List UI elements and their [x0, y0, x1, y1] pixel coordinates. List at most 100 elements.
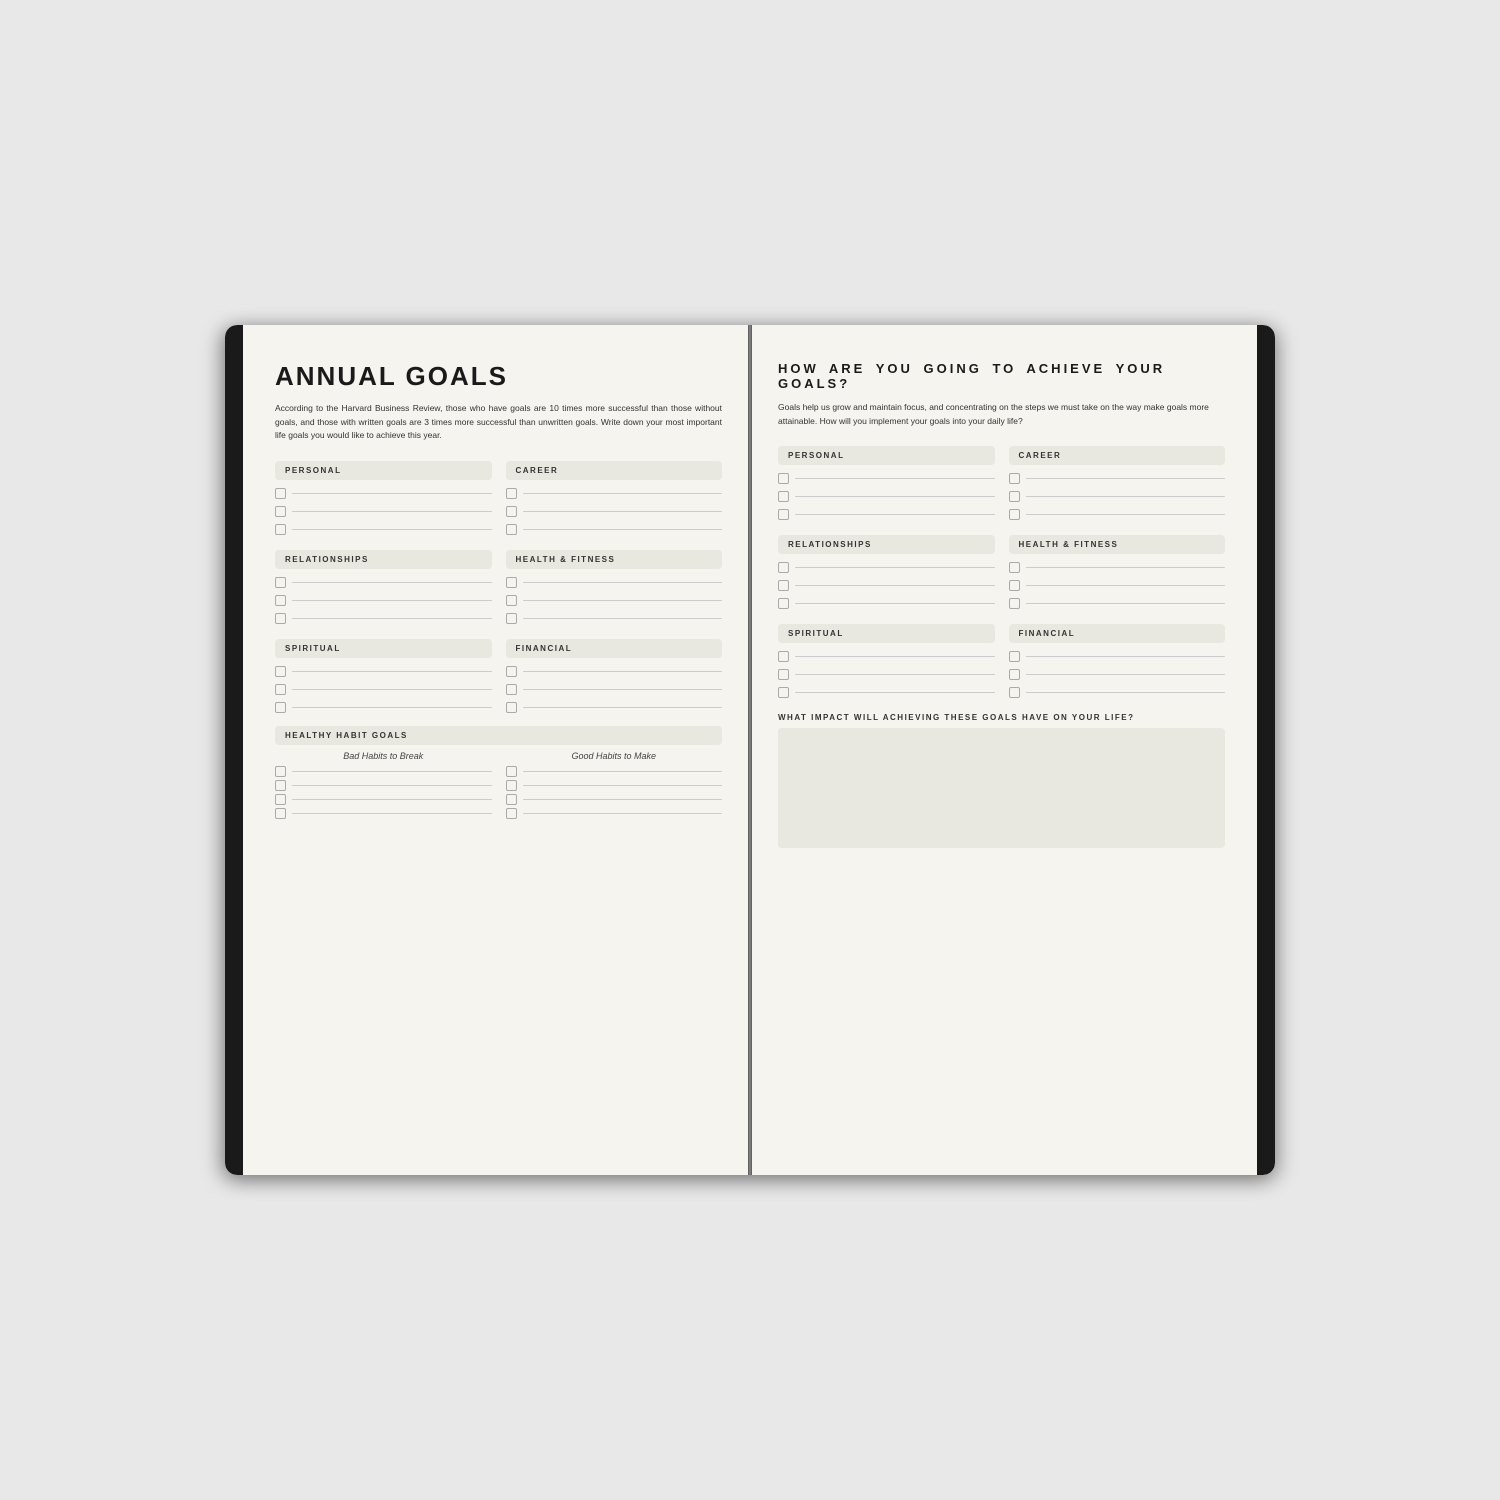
health-right-item-3 [1009, 598, 1226, 609]
checkbox[interactable] [506, 684, 517, 695]
line [523, 618, 723, 619]
checkbox[interactable] [1009, 491, 1020, 502]
bad-habits-label: Bad Habits to Break [275, 751, 492, 761]
line [795, 656, 995, 657]
health-item-1 [506, 577, 723, 588]
checkbox[interactable] [275, 684, 286, 695]
spiritual-item-3 [275, 702, 492, 713]
checkbox[interactable] [275, 595, 286, 606]
line [523, 689, 723, 690]
spiritual-item-1 [275, 666, 492, 677]
checkbox[interactable] [778, 598, 789, 609]
checkbox[interactable] [1009, 562, 1020, 573]
checkbox[interactable] [1009, 598, 1020, 609]
checkbox[interactable] [778, 562, 789, 573]
checkbox[interactable] [275, 666, 286, 677]
line [1026, 567, 1226, 568]
relationships-section-right: RELATIONSHIPS [778, 535, 995, 612]
achieve-intro: Goals help us grow and maintain focus, a… [778, 401, 1225, 428]
line [523, 799, 723, 800]
spiritual-section-left: SPIRITUAL [275, 639, 492, 716]
line [292, 771, 492, 772]
checkbox[interactable] [506, 524, 517, 535]
checkbox[interactable] [506, 613, 517, 624]
good-habits-col: Good Habits to Make [506, 751, 723, 822]
line [795, 692, 995, 693]
financial-section-right: FINANCIAL [1009, 624, 1226, 701]
good-habit-4 [506, 808, 723, 819]
healthy-habit-label: HEALTHY HABIT GOALS [275, 726, 722, 745]
checkbox[interactable] [506, 595, 517, 606]
line [292, 618, 492, 619]
checkbox[interactable] [506, 702, 517, 713]
checkbox[interactable] [506, 766, 517, 777]
relationships-right-item-3 [778, 598, 995, 609]
checkbox[interactable] [778, 651, 789, 662]
bad-habit-2 [275, 780, 492, 791]
line [523, 529, 723, 530]
checkbox[interactable] [506, 808, 517, 819]
line [795, 478, 995, 479]
checkbox[interactable] [275, 780, 286, 791]
health-section-right: HEALTH & FITNESS [1009, 535, 1226, 612]
personal-section-right: PERSONAL [778, 446, 995, 523]
checkbox[interactable] [275, 808, 286, 819]
personal-right-item-1 [778, 473, 995, 484]
line [292, 493, 492, 494]
line [795, 603, 995, 604]
checkbox[interactable] [506, 666, 517, 677]
checkbox[interactable] [506, 780, 517, 791]
checkbox[interactable] [778, 509, 789, 520]
good-habit-3 [506, 794, 723, 805]
healthy-habit-section: HEALTHY HABIT GOALS Bad Habits to Break [275, 726, 722, 822]
financial-item-2 [506, 684, 723, 695]
notebook-cover-right [1257, 325, 1275, 1175]
line [523, 671, 723, 672]
line [292, 511, 492, 512]
checkbox[interactable] [275, 577, 286, 588]
career-label-right: CAREER [1009, 446, 1226, 465]
line [523, 493, 723, 494]
checkbox[interactable] [275, 488, 286, 499]
checkbox[interactable] [778, 580, 789, 591]
impact-text-box[interactable] [778, 728, 1225, 848]
checkbox[interactable] [1009, 580, 1020, 591]
checkbox[interactable] [1009, 651, 1020, 662]
checkbox[interactable] [1009, 687, 1020, 698]
line [523, 771, 723, 772]
line [1026, 656, 1226, 657]
health-right-item-2 [1009, 580, 1226, 591]
personal-section-left: PERSONAL [275, 461, 492, 538]
bad-habit-3 [275, 794, 492, 805]
checkbox[interactable] [778, 473, 789, 484]
checkbox[interactable] [1009, 669, 1020, 680]
line [795, 514, 995, 515]
checkbox[interactable] [506, 506, 517, 517]
line [1026, 603, 1226, 604]
bad-habit-1 [275, 766, 492, 777]
checkbox[interactable] [275, 702, 286, 713]
checkbox[interactable] [506, 488, 517, 499]
checkbox[interactable] [778, 669, 789, 680]
line [523, 785, 723, 786]
checkbox[interactable] [1009, 473, 1020, 484]
checkbox[interactable] [506, 794, 517, 805]
spiritual-label-right: SPIRITUAL [778, 624, 995, 643]
line [292, 671, 492, 672]
checkbox[interactable] [275, 613, 286, 624]
checkbox[interactable] [1009, 509, 1020, 520]
career-item-3 [506, 524, 723, 535]
checkbox[interactable] [275, 766, 286, 777]
line [1026, 514, 1226, 515]
checkbox[interactable] [778, 491, 789, 502]
line [523, 813, 723, 814]
impact-section: WHAT IMPACT WILL ACHIEVING THESE GOALS H… [778, 713, 1225, 848]
checkbox[interactable] [275, 794, 286, 805]
spiritual-item-2 [275, 684, 492, 695]
checkbox[interactable] [275, 506, 286, 517]
checkbox[interactable] [275, 524, 286, 535]
line [795, 585, 995, 586]
checkbox[interactable] [778, 687, 789, 698]
personal-item-3 [275, 524, 492, 535]
checkbox[interactable] [506, 577, 517, 588]
